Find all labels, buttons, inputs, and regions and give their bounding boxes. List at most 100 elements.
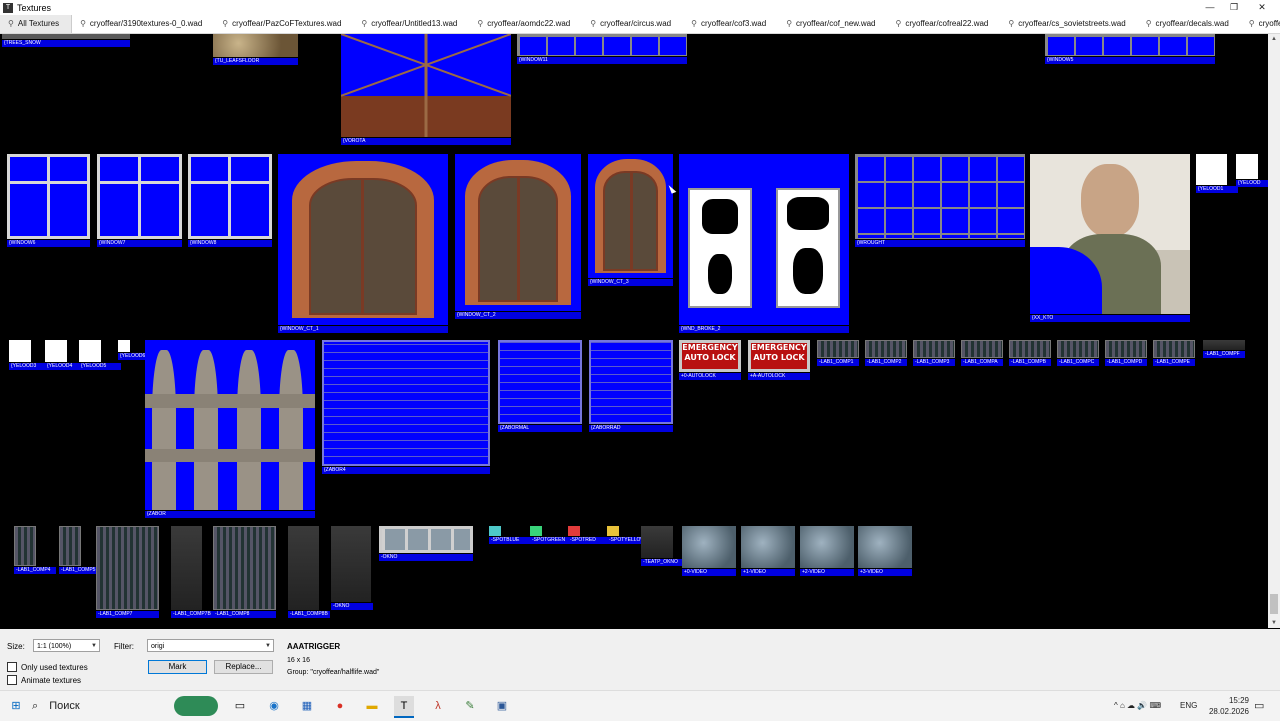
texture-tile[interactable]: -LAB1_COMP1 (817, 340, 859, 366)
texture-tile[interactable]: {VOROTA (341, 34, 511, 145)
texture-tile[interactable]: -LAB1_COMP2 (865, 340, 907, 366)
scroll-up-arrow-icon[interactable]: ▲ (1268, 34, 1280, 44)
tab-7[interactable]: ⚲ cryoffear/cof_new.wad (778, 15, 887, 33)
texture-tile[interactable]: {ZABORMAL (498, 340, 582, 432)
texture-tile[interactable]: -LAB1_COMPC (1057, 340, 1099, 366)
textures-app-icon[interactable]: T (394, 696, 414, 718)
texture-tile[interactable]: +0-VIDEO (682, 526, 736, 576)
texture-tile[interactable]: +3-VIDEO (858, 526, 912, 576)
language-indicator[interactable]: ENG (1180, 691, 1197, 721)
texture-tile[interactable]: -OKNO (331, 526, 373, 610)
chrome-icon[interactable]: ● (330, 696, 350, 716)
checkbox-box[interactable] (7, 675, 17, 685)
texture-tile[interactable]: {ZABOR (145, 340, 315, 518)
texture-tile[interactable]: -LAB1_COMPB (1009, 340, 1051, 366)
scroll-down-arrow-icon[interactable]: ▼ (1268, 618, 1280, 628)
weather-widget-icon[interactable] (174, 696, 218, 716)
tab-4[interactable]: ⚲ cryoffear/aomdc22.wad (469, 15, 582, 33)
texture-tile[interactable]: {YELOOD (1236, 154, 1268, 187)
checkbox-box[interactable] (7, 662, 17, 672)
texture-tile[interactable]: {WINDOW6 (7, 154, 90, 247)
mark-button[interactable]: Mark (148, 660, 207, 674)
texture-tile[interactable]: -LAB1_COMP3 (913, 340, 955, 366)
texture-thumbnail (741, 526, 795, 568)
texture-tile[interactable]: -LAB1_COMP8 (213, 526, 276, 618)
notification-icon[interactable]: ▭ (1254, 691, 1264, 721)
texture-tile[interactable]: -LAB1_COMP4 (14, 526, 56, 574)
texture-tile[interactable]: -LAB1_COMPD (1105, 340, 1147, 366)
texture-tile[interactable]: {TU_LEAFSFLOOR (213, 34, 298, 65)
animate-textures-checkbox[interactable]: Animate textures (7, 675, 81, 685)
texture-tile[interactable]: -LAB1_COMPA (961, 340, 1003, 366)
size-select[interactable]: 1:1 (100%) ▼ (33, 639, 100, 652)
tab-9[interactable]: ⚲ cryoffear/cs_sovietstreets.wad (1000, 15, 1137, 33)
texture-tile[interactable]: {ZABOR4 (322, 340, 490, 474)
texture-name-label: {YELOOD (1236, 180, 1268, 187)
tab-0[interactable]: ⚲ All Textures (0, 15, 73, 33)
half-life-icon[interactable]: λ (428, 696, 448, 716)
tab-3[interactable]: ⚲ cryoffear/Untitled13.wad (353, 15, 469, 33)
tab-11[interactable]: ⚲cryoffear/epilogue (1241, 15, 1280, 33)
app-window-icon[interactable]: ▣ (492, 696, 512, 716)
texture-tile[interactable]: {WINDOW5 (1045, 34, 1215, 64)
texture-tile[interactable]: EMERGENCY AUTO LOCK +A-AUTOLOCK (748, 340, 810, 380)
restore-button[interactable]: ❐ (1220, 0, 1248, 15)
texture-tile[interactable]: -LAB1_COMPE (1153, 340, 1195, 366)
texture-tile[interactable]: {WINDOW_CT_2 (455, 154, 581, 319)
texture-name-label: -LAB1_COMP8 (213, 611, 276, 618)
replace-button[interactable]: Replace... (214, 660, 273, 674)
texture-name-label: -TEATP_OKNO (641, 559, 683, 566)
texture-tile[interactable]: {WND_BROKE_2 (679, 154, 849, 333)
texture-tile[interactable]: {XX_KTO (1030, 154, 1190, 322)
texture-tile[interactable]: +2-VIDEO (800, 526, 854, 576)
tab-1[interactable]: ⚲ cryoffear/3190textures-0_0.wad (72, 15, 214, 33)
texture-tile[interactable]: -TEATP_OKNO (641, 526, 683, 566)
texture-tile[interactable]: {ZABORRAD (589, 340, 673, 432)
file-explorer-icon[interactable]: ▬ (362, 696, 382, 716)
texture-tile[interactable]: -SPOTYELLOW (607, 526, 649, 544)
texture-tile[interactable]: -LAB1_COMPF (1203, 340, 1245, 358)
texture-tile[interactable]: {WINDOW_CT_1 (278, 154, 448, 333)
windows-start-icon[interactable]: ⊞ (6, 696, 26, 716)
task-view-icon[interactable]: ▭ (230, 696, 250, 716)
edge-browser-icon[interactable]: ◉ (264, 696, 284, 716)
editor-icon[interactable]: ✎ (460, 696, 480, 716)
texture-tile[interactable]: {YELOOD4 (45, 340, 87, 370)
only-used-textures-checkbox[interactable]: Only used textures (7, 662, 88, 672)
texture-tile[interactable]: {TREES_SNOW (2, 34, 130, 47)
close-button[interactable]: ✕ (1248, 0, 1276, 15)
taskbar-clock[interactable]: 15:29 28.02.2026 (1205, 695, 1249, 717)
texture-tile[interactable]: -SPOTRED (568, 526, 610, 544)
tab-2[interactable]: ⚲ cryoffear/PazCoFTextures.wad (214, 15, 353, 33)
tab-5[interactable]: ⚲ cryoffear/circus.wad (582, 15, 683, 33)
tab-8[interactable]: ⚲ cryoffear/cofreal22.wad (888, 15, 1001, 33)
store-icon[interactable]: ▦ (297, 696, 317, 716)
system-tray-icons[interactable]: ^ ⌂ ☁ 🔊 ⌨ (1114, 691, 1161, 721)
search-icon: ⌕ (32, 700, 39, 712)
texture-tile[interactable]: -SPOTGREEN (530, 526, 572, 544)
texture-tile[interactable]: {YELOOD3 (9, 340, 51, 370)
vertical-scrollbar[interactable]: ▲ ▼ (1268, 34, 1280, 628)
texture-tile[interactable]: {YELOOD6 (118, 340, 160, 360)
scroll-thumb[interactable] (1270, 594, 1278, 614)
filter-input[interactable]: origi ▼ (147, 639, 274, 652)
texture-tile[interactable]: {WROUGHT (855, 154, 1025, 247)
texture-tile[interactable]: -OKNO (379, 526, 473, 561)
texture-tile[interactable]: -LAB1_COMP7B (171, 526, 213, 618)
texture-tile[interactable]: {WINDOW7 (97, 154, 182, 247)
texture-tile[interactable]: {YELOOD1 (1196, 154, 1238, 193)
texture-tile[interactable]: -LAB1_COMP8B (288, 526, 330, 618)
tab-10[interactable]: ⚲ cryoffear/decals.wad (1138, 15, 1241, 33)
texture-tile[interactable]: +1-VIDEO (741, 526, 795, 576)
texture-tile[interactable]: {WINDOW8 (188, 154, 272, 247)
texture-tile[interactable]: -SPOTBLUE (489, 526, 531, 544)
texture-tile[interactable]: -LAB1_COMP5 (59, 526, 101, 574)
tab-6[interactable]: ⚲ cryoffear/cof3.wad (683, 15, 778, 33)
tab-label: cryoffear/cs_sovietstreets.wad (1018, 19, 1126, 28)
texture-tile[interactable]: {WINDOW11 (517, 34, 687, 64)
texture-tile[interactable]: {YELOOD5 (79, 340, 121, 370)
texture-tile[interactable]: {WINDOW_CT_3 (588, 154, 673, 286)
texture-tile[interactable]: -LAB1_COMP7 (96, 526, 159, 618)
texture-tile[interactable]: EMERGENCY AUTO LOCK +0-AUTOLOCK (679, 340, 741, 380)
texture-browser-canvas[interactable]: {TREES_SNOW {TU_LEAFSFLOOR {VOROTA {WINDOW1… (0, 34, 1268, 628)
